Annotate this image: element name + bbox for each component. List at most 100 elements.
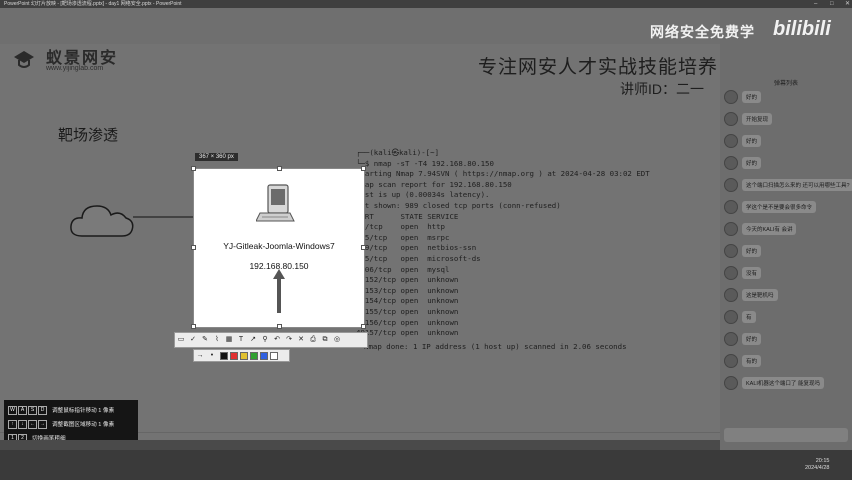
terminal-line: ┌──(kali㉿kali)-[~] [356, 148, 440, 157]
system-clock: 20:15 2024/4/28 [805, 458, 829, 472]
color-swatch[interactable] [220, 351, 228, 360]
resize-handle-br[interactable] [361, 324, 366, 329]
hotkey-key: D [38, 405, 47, 415]
capture-size-label: 367 × 360 px [195, 153, 238, 161]
terminal-line: └─$ nmap -sT -T4 192.168.80.150 [356, 158, 494, 168]
hotkey-key: ↓ [18, 419, 27, 429]
chat-bubble: 开始复现 [742, 113, 773, 125]
chat-message: 这个端口扫描怎么来的 还可以用哪些工具? [724, 176, 852, 198]
line-style-icon[interactable]: → [194, 349, 206, 363]
logo-url: www.yijinglab.com [46, 65, 104, 72]
chat-bubble: 好的 [742, 333, 762, 345]
host-name-label: YJ-Gitleak-Joomla-Windows7 [223, 241, 335, 251]
terminal-line: 49154/tcp open unknown [356, 296, 459, 306]
resize-handle-tr[interactable] [361, 166, 366, 171]
chat-bubble: 这是靶机吗 [742, 289, 778, 301]
ocr-icon[interactable]: ◎ [331, 333, 343, 347]
mosaic-tool-icon[interactable]: ▦ [223, 333, 235, 347]
color-swatch[interactable] [260, 351, 268, 360]
text-tool-icon[interactable]: T [235, 333, 247, 347]
computer-icon [256, 184, 295, 222]
slide-header-band [0, 8, 720, 44]
avatar [724, 178, 738, 192]
terminal-line: PORT STATE SERVICE [356, 211, 459, 221]
hotkey-key: → [38, 419, 47, 429]
chat-message: 这是靶机吗 [724, 286, 848, 308]
chat-bubble: 没有 [742, 267, 762, 279]
terminal-line: Nmap scan report for 192.168.80.150 [356, 179, 512, 189]
hotkey-key: A [18, 405, 27, 415]
chat-input[interactable] [724, 428, 848, 442]
powerpoint-status-bar [0, 440, 720, 450]
avatar [724, 222, 738, 236]
avatar [724, 134, 738, 148]
arrow-tool-icon[interactable]: ↗ [247, 333, 259, 347]
internet-cloud-icon [70, 205, 134, 237]
clock-time: 20:15 [815, 458, 830, 464]
section-title: 靶场渗透 [58, 127, 119, 144]
redo-icon[interactable]: ↷ [283, 333, 295, 347]
close-icon[interactable]: ✕ [845, 0, 850, 8]
chat-bubble: 好的 [742, 157, 762, 169]
terminal-line: Starting Nmap 7.94SVN ( https://nmap.org… [356, 169, 650, 179]
resize-handle-bl[interactable] [191, 324, 196, 329]
chat-message: KALI机器这个端口了 能复现吗 [724, 374, 848, 396]
terminal-line: Host is up (0.00034s latency). [356, 190, 490, 200]
chat-message: 好的 [724, 132, 848, 154]
chat-bubble: 好的 [742, 91, 762, 103]
maximize-icon[interactable]: □ [830, 0, 834, 8]
capture-toolbar: ▭ ✓ ✎ ⌇ ▦ T ↗ ⚲ ↶ ↷ ✕ ⎙ ⧉ ◎ [174, 332, 368, 348]
terminal-line: 49153/tcp open unknown [356, 285, 459, 295]
brush-tool-icon[interactable]: ⌇ [211, 333, 223, 347]
chat-message-list[interactable]: 好的 开始复现 好的 好的 这个端口扫描怎么来的 还可以用哪些工具? 学这个是不是要会很多… [724, 88, 852, 408]
chat-bubble: 有 [742, 311, 756, 323]
chat-message: 今天的KALI有 会讲 [724, 220, 848, 242]
window-title-bar: PowerPoint 幻灯片放映 - [靶场渗透流程.pptx] - day1 … [0, 0, 852, 8]
terminal-line: 3306/tcp open mysql [356, 264, 450, 274]
avatar [724, 156, 738, 170]
hotkey-description: 调整鼠标指针移动 1 像素 [52, 408, 115, 414]
chat-title: 弹幕列表 [773, 81, 798, 87]
hotkey-key: ← [28, 419, 37, 429]
resize-handle-b[interactable] [277, 324, 282, 329]
cancel-icon[interactable]: ✕ [295, 333, 307, 347]
copy-icon[interactable]: ⧉ [319, 333, 331, 347]
chat-bubble: 好的 [742, 245, 762, 257]
chat-message: 好的 [724, 330, 848, 352]
undo-icon[interactable]: ↶ [271, 333, 283, 347]
hotkey-row: ↑ ↓ ← → 调整截图区域移动 1 像素 [8, 418, 114, 430]
hotkey-row: W A S D 调整鼠标指针移动 1 像素 [8, 404, 114, 416]
hotkey-key: W [8, 405, 17, 415]
pin-icon[interactable]: ⚲ [259, 333, 271, 347]
color-swatches [218, 351, 278, 360]
color-swatch[interactable] [230, 351, 238, 360]
terminal-line: 49152/tcp open unknown [356, 275, 459, 285]
capture-style-bar: → • [193, 349, 290, 362]
window-title: PowerPoint 幻灯片放映 - [靶场渗透流程.pptx] - day1 … [4, 1, 182, 7]
color-swatch[interactable] [240, 351, 248, 360]
chat-message: 有的 [724, 352, 848, 374]
chat-message: 没有 [724, 264, 848, 286]
avatar [724, 376, 738, 390]
resize-handle-t[interactable] [277, 166, 282, 171]
stroke-size-icon[interactable]: • [206, 349, 218, 363]
pen-tool-icon[interactable]: ✎ [199, 333, 211, 347]
avatar [724, 90, 738, 104]
resize-handle-tl[interactable] [191, 166, 196, 171]
chat-bubble: 这个端口扫描怎么来的 还可以用哪些工具? [742, 179, 852, 191]
confirm-icon[interactable]: ✓ [187, 333, 199, 347]
color-swatch[interactable] [270, 351, 278, 360]
chat-message: 好的 [724, 88, 848, 110]
avatar [724, 332, 738, 346]
terminal-line: 80/tcp open http [356, 222, 445, 232]
color-swatch[interactable] [250, 351, 258, 360]
capture-selection-area[interactable]: YJ-Gitleak-Joomla-Windows7 192.168.80.15… [191, 166, 366, 329]
bilibili-logo: bilibili [773, 18, 831, 40]
terminal-line: Not shown: 989 closed tcp ports (conn-re… [356, 200, 561, 210]
rectangle-tool-icon[interactable]: ▭ [175, 333, 187, 347]
save-icon[interactable]: ⎙ [307, 333, 319, 347]
terminal-line: 139/tcp open netbios-ssn [356, 243, 477, 253]
minimize-icon[interactable]: – [814, 0, 817, 8]
avatar [724, 288, 738, 302]
teacher-id: 讲师ID：二一 [620, 81, 704, 97]
